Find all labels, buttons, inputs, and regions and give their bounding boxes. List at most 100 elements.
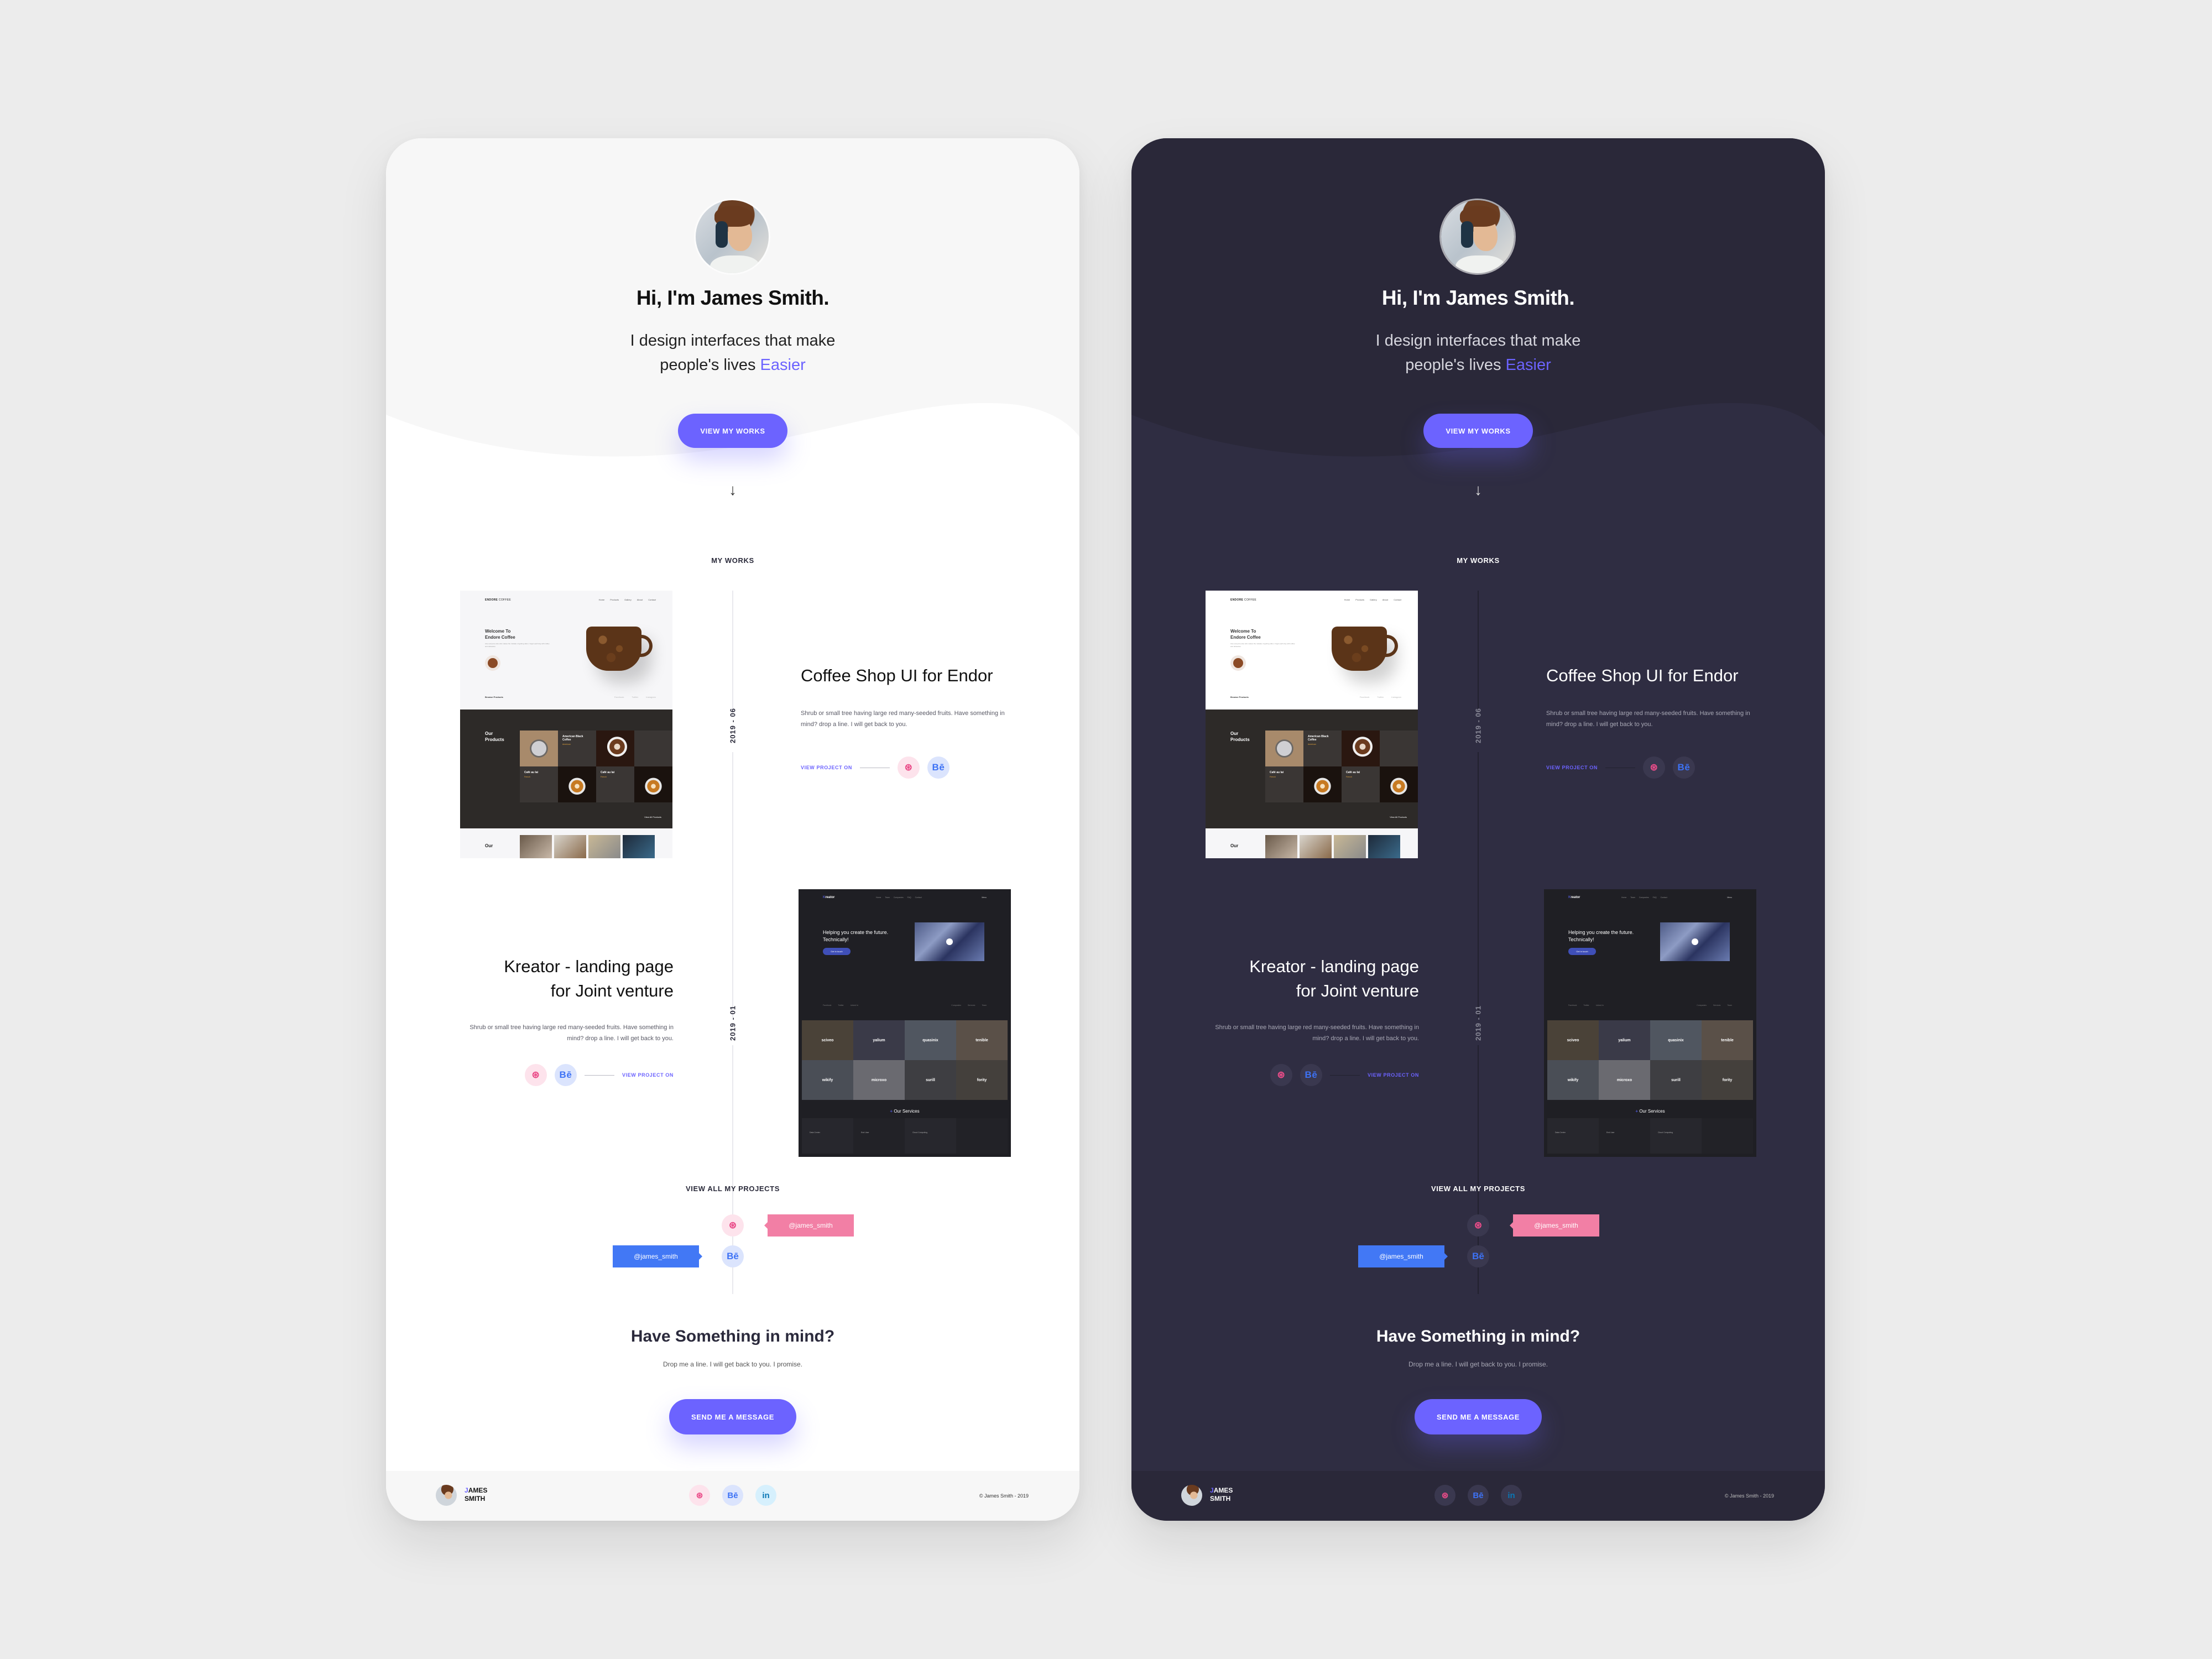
dribbble-icon[interactable]: ⊛	[1434, 1485, 1455, 1506]
project-title: Coffee Shop UI for Endor	[801, 666, 993, 685]
arrow-down-icon[interactable]: ↓	[1131, 481, 1825, 499]
project-date: 2019 - 01	[728, 1005, 737, 1041]
behance-icon[interactable]: Bē	[1673, 757, 1695, 779]
footer-social-icons: ⊛ Bē in	[1434, 1485, 1522, 1506]
view-project-label: VIEW PROJECT ON	[622, 1072, 674, 1078]
view-project-label: VIEW PROJECT ON	[801, 765, 853, 770]
hero-subtitle-accent: Easier	[1505, 356, 1551, 374]
hero-subtitle-line1: I design interfaces that make	[1375, 332, 1581, 349]
play-icon	[488, 658, 498, 668]
linkedin-icon[interactable]: in	[1501, 1485, 1522, 1506]
footer-name: JAMES SMITH	[1210, 1486, 1233, 1503]
timeline-line	[732, 752, 733, 1018]
footer: JAMES SMITH ⊛ Bē in © James Smith - 2019	[386, 1471, 1079, 1521]
copyright: © James Smith - 2019	[1724, 1493, 1774, 1499]
hero-subtitle-accent: Easier	[760, 356, 806, 374]
coffee-cup-image	[1332, 627, 1387, 671]
view-project-row: VIEW PROJECT ON ⊛ Bē	[1270, 1064, 1419, 1086]
hero-subtitle-line1: I design interfaces that make	[630, 332, 836, 349]
project-description: Shrub or small tree having large red man…	[1546, 710, 1750, 728]
footer: JAMES SMITH ⊛ Bē in © James Smith - 2019	[1131, 1471, 1825, 1521]
contact-title: Have Something in mind?	[630, 1327, 835, 1345]
hero-title: Hi, I'm James Smith.	[636, 286, 830, 309]
send-message-button[interactable]: Send me a message	[1415, 1399, 1542, 1434]
mockup-logo: Kreator	[1568, 896, 1580, 899]
coffee-shop-mockup[interactable]: ENDORE COFFEE Home Products Gallery About Co…	[1206, 591, 1418, 858]
view-my-works-button[interactable]: View my works	[678, 414, 787, 448]
behance-handle-tag[interactable]: @james_smith	[1358, 1245, 1448, 1267]
behance-handle-tag[interactable]: @james_smith	[613, 1245, 702, 1267]
contact-title: Have Something in mind?	[1376, 1327, 1580, 1345]
behance-icon[interactable]: Bē	[1467, 1245, 1489, 1267]
view-project-row: VIEW PROJECT ON ⊛ Bē	[801, 757, 950, 779]
dribbble-icon[interactable]: ⊛	[722, 1214, 744, 1237]
my-works-heading: MY WORKS	[1457, 556, 1500, 565]
mockup-products-section: Our Products American Black Coffee America…	[460, 709, 672, 828]
copyright: © James Smith - 2019	[979, 1493, 1029, 1499]
view-my-works-button[interactable]: View my works	[1423, 414, 1533, 448]
view-all-projects-heading: VIEW ALL MY PROJECTS	[1431, 1185, 1525, 1193]
avatar	[1441, 200, 1514, 273]
mockup-products-section: Our Products American Black Coffee America…	[1206, 709, 1418, 828]
send-message-button[interactable]: Send me a message	[669, 1399, 796, 1434]
timeline-line	[732, 591, 733, 712]
dribbble-handle-tag[interactable]: @james_smith	[764, 1214, 854, 1237]
footer-social-icons: ⊛ Bē in	[689, 1485, 776, 1506]
project-description: Shrub or small tree having large red man…	[801, 710, 1005, 728]
mockup-hero-heading: Welcome To Endore Coffee	[1230, 629, 1261, 640]
kreator-mockup[interactable]: Kreator Home Team Companies FAQ Contact Menu…	[1544, 889, 1756, 1157]
project-date: 2019 - 06	[1474, 708, 1483, 743]
dribbble-icon[interactable]: ⊛	[898, 757, 920, 779]
behance-icon[interactable]: Bē	[1468, 1485, 1489, 1506]
mockup-hero-text: Like everyone else who makes the mistake…	[485, 643, 550, 648]
avatar	[696, 200, 769, 273]
timeline-line	[1478, 591, 1479, 712]
my-works-heading: MY WORKS	[711, 556, 754, 565]
mockup-hero-heading: Welcome To Endore Coffee	[485, 629, 515, 640]
mockup-logo: ENDORE COFFEE	[485, 598, 511, 602]
dribbble-icon[interactable]: ⊛	[1270, 1064, 1292, 1086]
view-all-projects-heading: VIEW ALL MY PROJECTS	[686, 1185, 780, 1193]
hero-subtitle: I design interfaces that make people's l…	[1131, 328, 1825, 377]
dribbble-handle-tag[interactable]: @james_smith	[1510, 1214, 1599, 1237]
divider	[1329, 1074, 1360, 1076]
footer-name: JAMES SMITH	[465, 1486, 488, 1503]
dribbble-icon[interactable]: ⊛	[1467, 1214, 1489, 1237]
dribbble-icon[interactable]: ⊛	[1643, 757, 1666, 779]
contact-subtitle: Drop me a line. I will get back to you. …	[1408, 1360, 1548, 1368]
dribbble-icon[interactable]: ⊛	[689, 1485, 710, 1506]
divider	[584, 1074, 614, 1076]
project-date: 2019 - 06	[728, 708, 737, 743]
view-project-row: VIEW PROJECT ON ⊛ Bē	[1546, 757, 1695, 779]
behance-icon[interactable]: Bē	[722, 1245, 744, 1267]
view-project-label: VIEW PROJECT ON	[1367, 1072, 1419, 1078]
mockup-nav: Home Products Gallery About Contact	[598, 598, 656, 601]
project-description: Shrub or small tree having large red man…	[469, 1024, 674, 1042]
coffee-shop-mockup[interactable]: ENDORE COFFEE Home Products Gallery About Co…	[460, 591, 672, 858]
mockup-video-thumb	[915, 922, 984, 961]
behance-icon[interactable]: Bē	[722, 1485, 743, 1506]
mockup-nav: Home Products Gallery About Contact	[1344, 598, 1401, 601]
contact-subtitle: Drop me a line. I will get back to you. …	[662, 1360, 803, 1368]
hero-subtitle: I design interfaces that make people's l…	[386, 328, 1079, 377]
mockup-video-thumb	[1660, 922, 1730, 961]
mockup-logo: Kreator	[823, 896, 835, 899]
view-project-row: VIEW PROJECT ON ⊛ Bē	[524, 1064, 674, 1086]
behance-icon[interactable]: Bē	[1300, 1064, 1322, 1086]
portfolio-light-variant: Hi, I'm James Smith. I design interfaces…	[386, 138, 1079, 1521]
project-title: Coffee Shop UI for Endor	[1546, 666, 1739, 685]
kreator-mockup[interactable]: Kreator Home Team Companies FAQ Contact Menu…	[799, 889, 1011, 1157]
view-project-label: VIEW PROJECT ON	[1546, 765, 1598, 770]
footer-avatar	[436, 1485, 457, 1506]
hero-subtitle-line2: people's lives	[1405, 356, 1501, 374]
arrow-down-icon[interactable]: ↓	[386, 481, 1079, 499]
mockup-logo: ENDORE COFFEE	[1230, 598, 1256, 602]
coffee-cup-image	[586, 627, 641, 671]
dribbble-icon[interactable]: ⊛	[524, 1064, 547, 1086]
hero-subtitle-line2: people's lives	[660, 356, 756, 374]
behance-icon[interactable]: Bē	[927, 757, 950, 779]
behance-icon[interactable]: Bē	[554, 1064, 577, 1086]
linkedin-icon[interactable]: in	[755, 1485, 776, 1506]
hero-title: Hi, I'm James Smith.	[1381, 286, 1575, 309]
play-icon	[1233, 658, 1243, 668]
